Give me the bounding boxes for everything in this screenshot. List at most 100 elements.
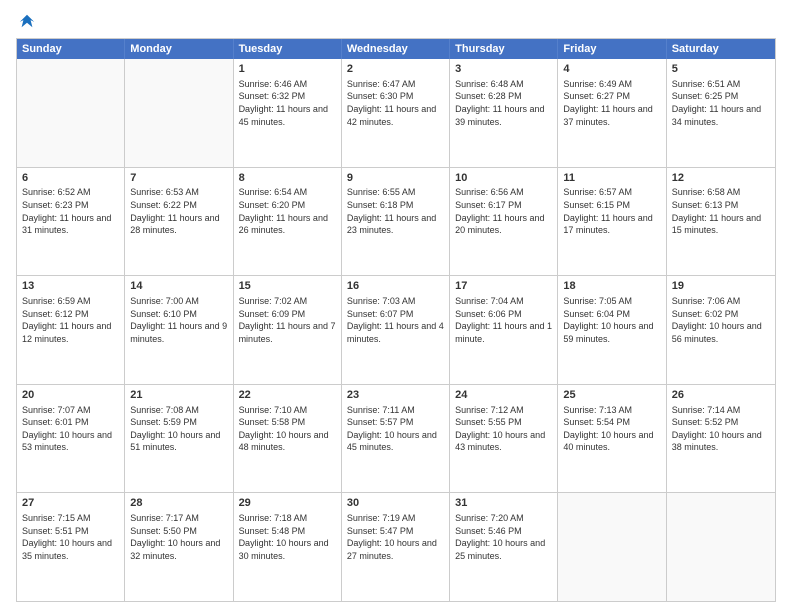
cell-info: Sunrise: 6:57 AM Sunset: 6:15 PM Dayligh… bbox=[563, 186, 660, 236]
cal-header-wednesday: Wednesday bbox=[342, 39, 450, 59]
cal-cell: 3Sunrise: 6:48 AM Sunset: 6:28 PM Daylig… bbox=[450, 59, 558, 167]
cal-header-thursday: Thursday bbox=[450, 39, 558, 59]
cal-row-1: 1Sunrise: 6:46 AM Sunset: 6:32 PM Daylig… bbox=[17, 59, 775, 167]
cal-cell: 7Sunrise: 6:53 AM Sunset: 6:22 PM Daylig… bbox=[125, 168, 233, 276]
cal-cell: 14Sunrise: 7:00 AM Sunset: 6:10 PM Dayli… bbox=[125, 276, 233, 384]
cal-header-sunday: Sunday bbox=[17, 39, 125, 59]
page: SundayMondayTuesdayWednesdayThursdayFrid… bbox=[0, 0, 792, 612]
day-number: 10 bbox=[455, 171, 552, 186]
day-number: 20 bbox=[22, 388, 119, 403]
cal-cell: 12Sunrise: 6:58 AM Sunset: 6:13 PM Dayli… bbox=[667, 168, 775, 276]
cell-info: Sunrise: 6:48 AM Sunset: 6:28 PM Dayligh… bbox=[455, 78, 552, 128]
day-number: 14 bbox=[130, 279, 227, 294]
cal-cell: 10Sunrise: 6:56 AM Sunset: 6:17 PM Dayli… bbox=[450, 168, 558, 276]
cal-cell: 16Sunrise: 7:03 AM Sunset: 6:07 PM Dayli… bbox=[342, 276, 450, 384]
cal-row-2: 6Sunrise: 6:52 AM Sunset: 6:23 PM Daylig… bbox=[17, 167, 775, 276]
cal-cell: 1Sunrise: 6:46 AM Sunset: 6:32 PM Daylig… bbox=[234, 59, 342, 167]
cell-info: Sunrise: 7:19 AM Sunset: 5:47 PM Dayligh… bbox=[347, 512, 444, 562]
day-number: 5 bbox=[672, 62, 770, 77]
header bbox=[16, 12, 776, 30]
day-number: 2 bbox=[347, 62, 444, 77]
day-number: 18 bbox=[563, 279, 660, 294]
day-number: 28 bbox=[130, 496, 227, 511]
cell-info: Sunrise: 7:03 AM Sunset: 6:07 PM Dayligh… bbox=[347, 295, 444, 345]
day-number: 27 bbox=[22, 496, 119, 511]
cell-info: Sunrise: 7:10 AM Sunset: 5:58 PM Dayligh… bbox=[239, 404, 336, 454]
cell-info: Sunrise: 6:51 AM Sunset: 6:25 PM Dayligh… bbox=[672, 78, 770, 128]
cal-cell: 6Sunrise: 6:52 AM Sunset: 6:23 PM Daylig… bbox=[17, 168, 125, 276]
cal-cell bbox=[558, 493, 666, 601]
day-number: 13 bbox=[22, 279, 119, 294]
day-number: 1 bbox=[239, 62, 336, 77]
cell-info: Sunrise: 6:54 AM Sunset: 6:20 PM Dayligh… bbox=[239, 186, 336, 236]
cal-cell: 5Sunrise: 6:51 AM Sunset: 6:25 PM Daylig… bbox=[667, 59, 775, 167]
cal-cell: 13Sunrise: 6:59 AM Sunset: 6:12 PM Dayli… bbox=[17, 276, 125, 384]
cal-cell: 4Sunrise: 6:49 AM Sunset: 6:27 PM Daylig… bbox=[558, 59, 666, 167]
cell-info: Sunrise: 6:47 AM Sunset: 6:30 PM Dayligh… bbox=[347, 78, 444, 128]
cell-info: Sunrise: 6:46 AM Sunset: 6:32 PM Dayligh… bbox=[239, 78, 336, 128]
cal-cell: 9Sunrise: 6:55 AM Sunset: 6:18 PM Daylig… bbox=[342, 168, 450, 276]
cell-info: Sunrise: 7:12 AM Sunset: 5:55 PM Dayligh… bbox=[455, 404, 552, 454]
cell-info: Sunrise: 7:15 AM Sunset: 5:51 PM Dayligh… bbox=[22, 512, 119, 562]
cal-cell bbox=[17, 59, 125, 167]
day-number: 25 bbox=[563, 388, 660, 403]
cell-info: Sunrise: 7:20 AM Sunset: 5:46 PM Dayligh… bbox=[455, 512, 552, 562]
cell-info: Sunrise: 6:53 AM Sunset: 6:22 PM Dayligh… bbox=[130, 186, 227, 236]
day-number: 24 bbox=[455, 388, 552, 403]
day-number: 15 bbox=[239, 279, 336, 294]
day-number: 21 bbox=[130, 388, 227, 403]
cal-cell: 2Sunrise: 6:47 AM Sunset: 6:30 PM Daylig… bbox=[342, 59, 450, 167]
calendar-body: 1Sunrise: 6:46 AM Sunset: 6:32 PM Daylig… bbox=[17, 59, 775, 601]
cell-info: Sunrise: 7:07 AM Sunset: 6:01 PM Dayligh… bbox=[22, 404, 119, 454]
day-number: 17 bbox=[455, 279, 552, 294]
day-number: 12 bbox=[672, 171, 770, 186]
cal-cell: 30Sunrise: 7:19 AM Sunset: 5:47 PM Dayli… bbox=[342, 493, 450, 601]
cell-info: Sunrise: 6:59 AM Sunset: 6:12 PM Dayligh… bbox=[22, 295, 119, 345]
day-number: 16 bbox=[347, 279, 444, 294]
day-number: 19 bbox=[672, 279, 770, 294]
cell-info: Sunrise: 7:08 AM Sunset: 5:59 PM Dayligh… bbox=[130, 404, 227, 454]
day-number: 22 bbox=[239, 388, 336, 403]
cell-info: Sunrise: 6:58 AM Sunset: 6:13 PM Dayligh… bbox=[672, 186, 770, 236]
day-number: 7 bbox=[130, 171, 227, 186]
calendar: SundayMondayTuesdayWednesdayThursdayFrid… bbox=[16, 38, 776, 602]
cal-row-3: 13Sunrise: 6:59 AM Sunset: 6:12 PM Dayli… bbox=[17, 275, 775, 384]
cal-cell bbox=[125, 59, 233, 167]
cell-info: Sunrise: 7:02 AM Sunset: 6:09 PM Dayligh… bbox=[239, 295, 336, 345]
cal-cell: 31Sunrise: 7:20 AM Sunset: 5:46 PM Dayli… bbox=[450, 493, 558, 601]
cal-cell: 28Sunrise: 7:17 AM Sunset: 5:50 PM Dayli… bbox=[125, 493, 233, 601]
cal-header-monday: Monday bbox=[125, 39, 233, 59]
cell-info: Sunrise: 7:00 AM Sunset: 6:10 PM Dayligh… bbox=[130, 295, 227, 345]
cal-cell bbox=[667, 493, 775, 601]
cell-info: Sunrise: 7:06 AM Sunset: 6:02 PM Dayligh… bbox=[672, 295, 770, 345]
cal-cell: 26Sunrise: 7:14 AM Sunset: 5:52 PM Dayli… bbox=[667, 385, 775, 493]
cell-info: Sunrise: 6:56 AM Sunset: 6:17 PM Dayligh… bbox=[455, 186, 552, 236]
cal-cell: 21Sunrise: 7:08 AM Sunset: 5:59 PM Dayli… bbox=[125, 385, 233, 493]
cal-cell: 18Sunrise: 7:05 AM Sunset: 6:04 PM Dayli… bbox=[558, 276, 666, 384]
cell-info: Sunrise: 7:17 AM Sunset: 5:50 PM Dayligh… bbox=[130, 512, 227, 562]
cell-info: Sunrise: 7:13 AM Sunset: 5:54 PM Dayligh… bbox=[563, 404, 660, 454]
day-number: 30 bbox=[347, 496, 444, 511]
day-number: 6 bbox=[22, 171, 119, 186]
day-number: 26 bbox=[672, 388, 770, 403]
day-number: 3 bbox=[455, 62, 552, 77]
day-number: 11 bbox=[563, 171, 660, 186]
day-number: 29 bbox=[239, 496, 336, 511]
cal-header-friday: Friday bbox=[558, 39, 666, 59]
cal-cell: 17Sunrise: 7:04 AM Sunset: 6:06 PM Dayli… bbox=[450, 276, 558, 384]
cell-info: Sunrise: 7:18 AM Sunset: 5:48 PM Dayligh… bbox=[239, 512, 336, 562]
logo bbox=[16, 12, 36, 30]
cal-cell: 19Sunrise: 7:06 AM Sunset: 6:02 PM Dayli… bbox=[667, 276, 775, 384]
cal-cell: 29Sunrise: 7:18 AM Sunset: 5:48 PM Dayli… bbox=[234, 493, 342, 601]
logo-bird-icon bbox=[18, 12, 36, 30]
cal-cell: 23Sunrise: 7:11 AM Sunset: 5:57 PM Dayli… bbox=[342, 385, 450, 493]
cal-cell: 25Sunrise: 7:13 AM Sunset: 5:54 PM Dayli… bbox=[558, 385, 666, 493]
cal-cell: 24Sunrise: 7:12 AM Sunset: 5:55 PM Dayli… bbox=[450, 385, 558, 493]
cal-cell: 8Sunrise: 6:54 AM Sunset: 6:20 PM Daylig… bbox=[234, 168, 342, 276]
cell-info: Sunrise: 7:04 AM Sunset: 6:06 PM Dayligh… bbox=[455, 295, 552, 345]
cal-row-5: 27Sunrise: 7:15 AM Sunset: 5:51 PM Dayli… bbox=[17, 492, 775, 601]
cal-cell: 22Sunrise: 7:10 AM Sunset: 5:58 PM Dayli… bbox=[234, 385, 342, 493]
cell-info: Sunrise: 6:55 AM Sunset: 6:18 PM Dayligh… bbox=[347, 186, 444, 236]
cell-info: Sunrise: 6:49 AM Sunset: 6:27 PM Dayligh… bbox=[563, 78, 660, 128]
cal-header-saturday: Saturday bbox=[667, 39, 775, 59]
